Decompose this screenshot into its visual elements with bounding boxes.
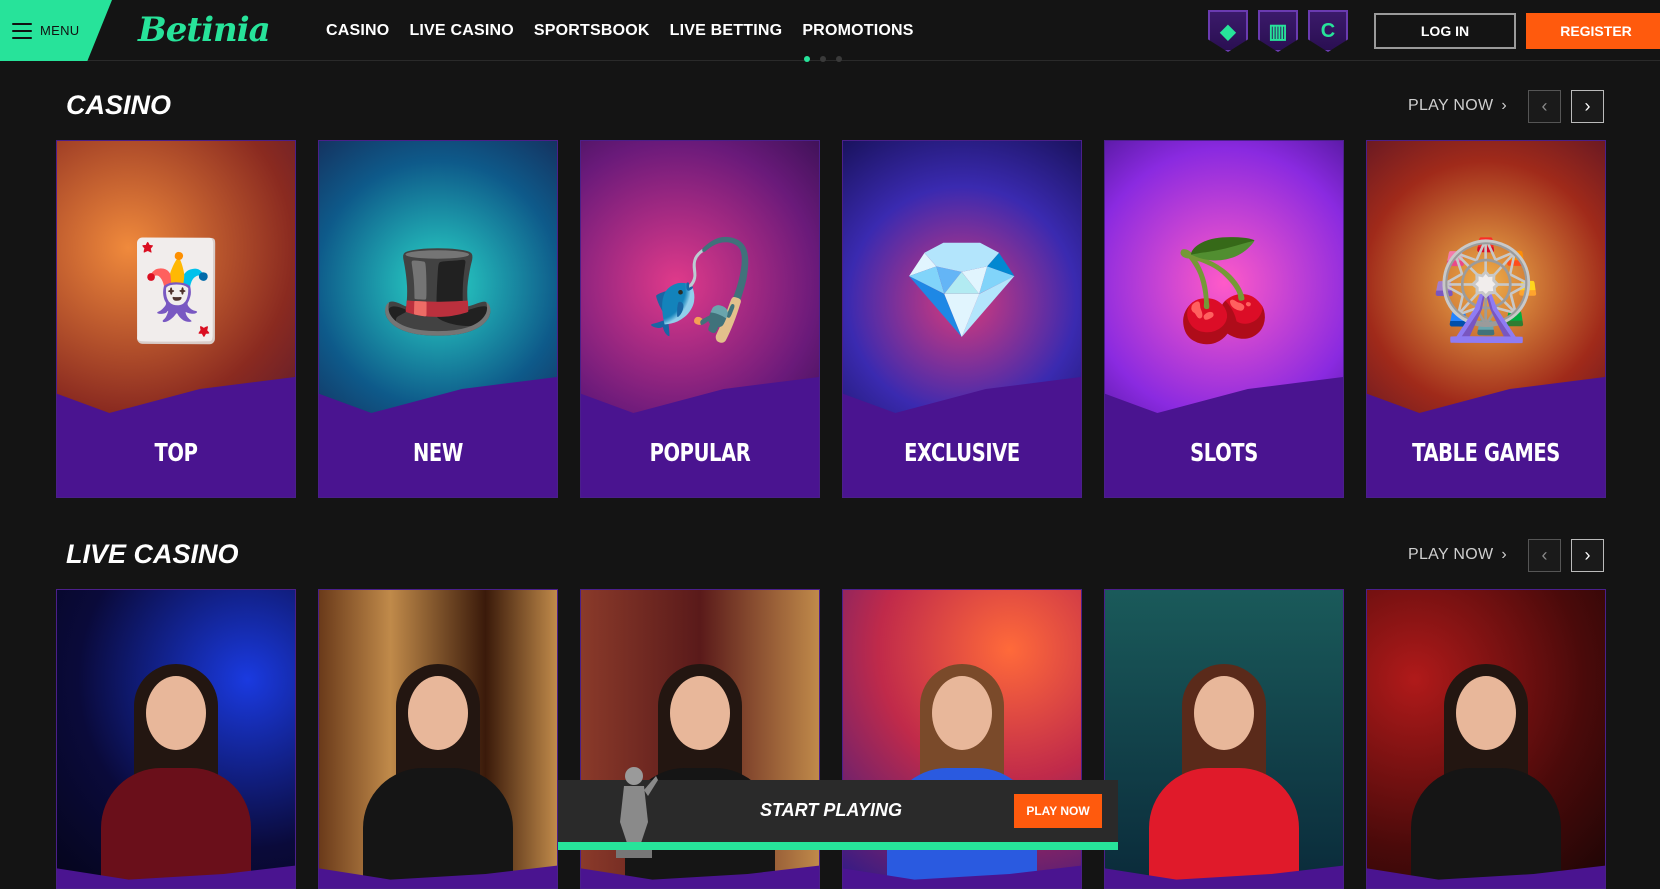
nav-live-betting[interactable]: LIVE BETTING [670, 22, 783, 40]
carousel-dot[interactable] [820, 56, 826, 62]
dealer-image [1144, 658, 1304, 888]
c-badge-icon[interactable]: C [1308, 10, 1348, 52]
chevron-left-icon: ‹ [1541, 96, 1548, 116]
dealer-image [882, 658, 1042, 888]
live-dealer-card[interactable] [318, 589, 558, 889]
casino-card-popular[interactable]: 🎣 POPULAR [580, 140, 820, 498]
card-label: TABLE GAMES [1412, 438, 1560, 467]
chevron-right-icon: › [1584, 96, 1591, 116]
building-badge-icon[interactable]: ▥ [1258, 10, 1298, 52]
sticky-play-now-button[interactable]: PLAY NOW [1014, 794, 1102, 828]
hamburger-icon [12, 22, 32, 39]
nav-casino[interactable]: CASINO [326, 22, 389, 40]
live-casino-next-button[interactable]: › [1571, 539, 1604, 572]
carousel-dot[interactable] [804, 56, 810, 62]
magician-icon: 🎩 [378, 236, 498, 344]
diamond-icon: 💎 [902, 236, 1022, 344]
menu-button[interactable]: MENU [0, 0, 112, 61]
casino-card-table-games[interactable]: 🎡 TABLE GAMES [1366, 140, 1606, 498]
dealer-image [1406, 658, 1566, 888]
menu-label: MENU [40, 23, 80, 38]
start-playing-bar: START PLAYING PLAY NOW [558, 767, 1118, 858]
casino-next-button[interactable]: › [1571, 90, 1604, 123]
nav-promotions[interactable]: PROMOTIONS [802, 22, 913, 40]
chevron-left-icon: ‹ [1541, 545, 1548, 565]
wolf-badge-icon[interactable]: ◆ [1208, 10, 1248, 52]
play-now-label: PLAY NOW [1408, 97, 1494, 114]
nav-live-casino[interactable]: LIVE CASINO [409, 22, 513, 40]
dealer-image [96, 658, 256, 888]
casino-card-new[interactable]: 🎩 NEW [318, 140, 558, 498]
login-button[interactable]: LOG IN [1374, 13, 1516, 49]
chevron-right-icon: › [1584, 545, 1591, 565]
play-now-label: PLAY NOW [1408, 546, 1494, 563]
start-playing-title: START PLAYING [760, 800, 903, 820]
chevron-right-icon: › [1501, 97, 1508, 114]
dealer-image [358, 658, 518, 888]
casino-card-slots[interactable]: 🍒 SLOTS [1104, 140, 1344, 498]
card-label: NEW [413, 438, 463, 467]
main-nav: CASINO LIVE CASINO SPORTSBOOK LIVE BETTI… [326, 0, 914, 61]
site-header: MENU Betinia CASINO LIVE CASINO SPORTSBO… [0, 0, 1660, 62]
adventurer-icon: 🃏 [116, 236, 236, 344]
partner-badges: ◆ ▥ C [1208, 10, 1348, 52]
live-casino-prev-button[interactable]: ‹ [1528, 539, 1561, 572]
cherries-icon: 🍒 [1164, 236, 1284, 344]
card-label: EXCLUSIVE [904, 438, 1020, 467]
logo[interactable]: Betinia [138, 10, 271, 50]
card-label: TOP [154, 438, 198, 467]
live-casino-play-now-link[interactable]: PLAY NOW › [1408, 546, 1507, 564]
live-dealer-card[interactable] [1104, 589, 1344, 889]
card-label: SLOTS [1190, 438, 1258, 467]
carousel-dots [804, 56, 842, 62]
nav-sportsbook[interactable]: SPORTSBOOK [534, 22, 650, 40]
fisherman-icon: 🎣 [640, 236, 760, 344]
live-dealer-card[interactable] [1366, 589, 1606, 889]
carousel-dot[interactable] [836, 56, 842, 62]
chevron-right-icon: › [1501, 546, 1508, 563]
live-casino-section-title: LIVE CASINO [56, 539, 245, 570]
casino-prev-button[interactable]: ‹ [1528, 90, 1561, 123]
roulette-icon: 🎡 [1426, 236, 1546, 344]
casino-play-now-link[interactable]: PLAY NOW › [1408, 97, 1507, 115]
casino-section-title: CASINO [56, 90, 178, 121]
register-button[interactable]: REGISTER [1526, 13, 1660, 49]
casino-card-top[interactable]: 🃏 TOP [56, 140, 296, 498]
card-label: POPULAR [649, 438, 751, 467]
casino-card-exclusive[interactable]: 💎 EXCLUSIVE [842, 140, 1082, 498]
live-dealer-card[interactable] [56, 589, 296, 889]
